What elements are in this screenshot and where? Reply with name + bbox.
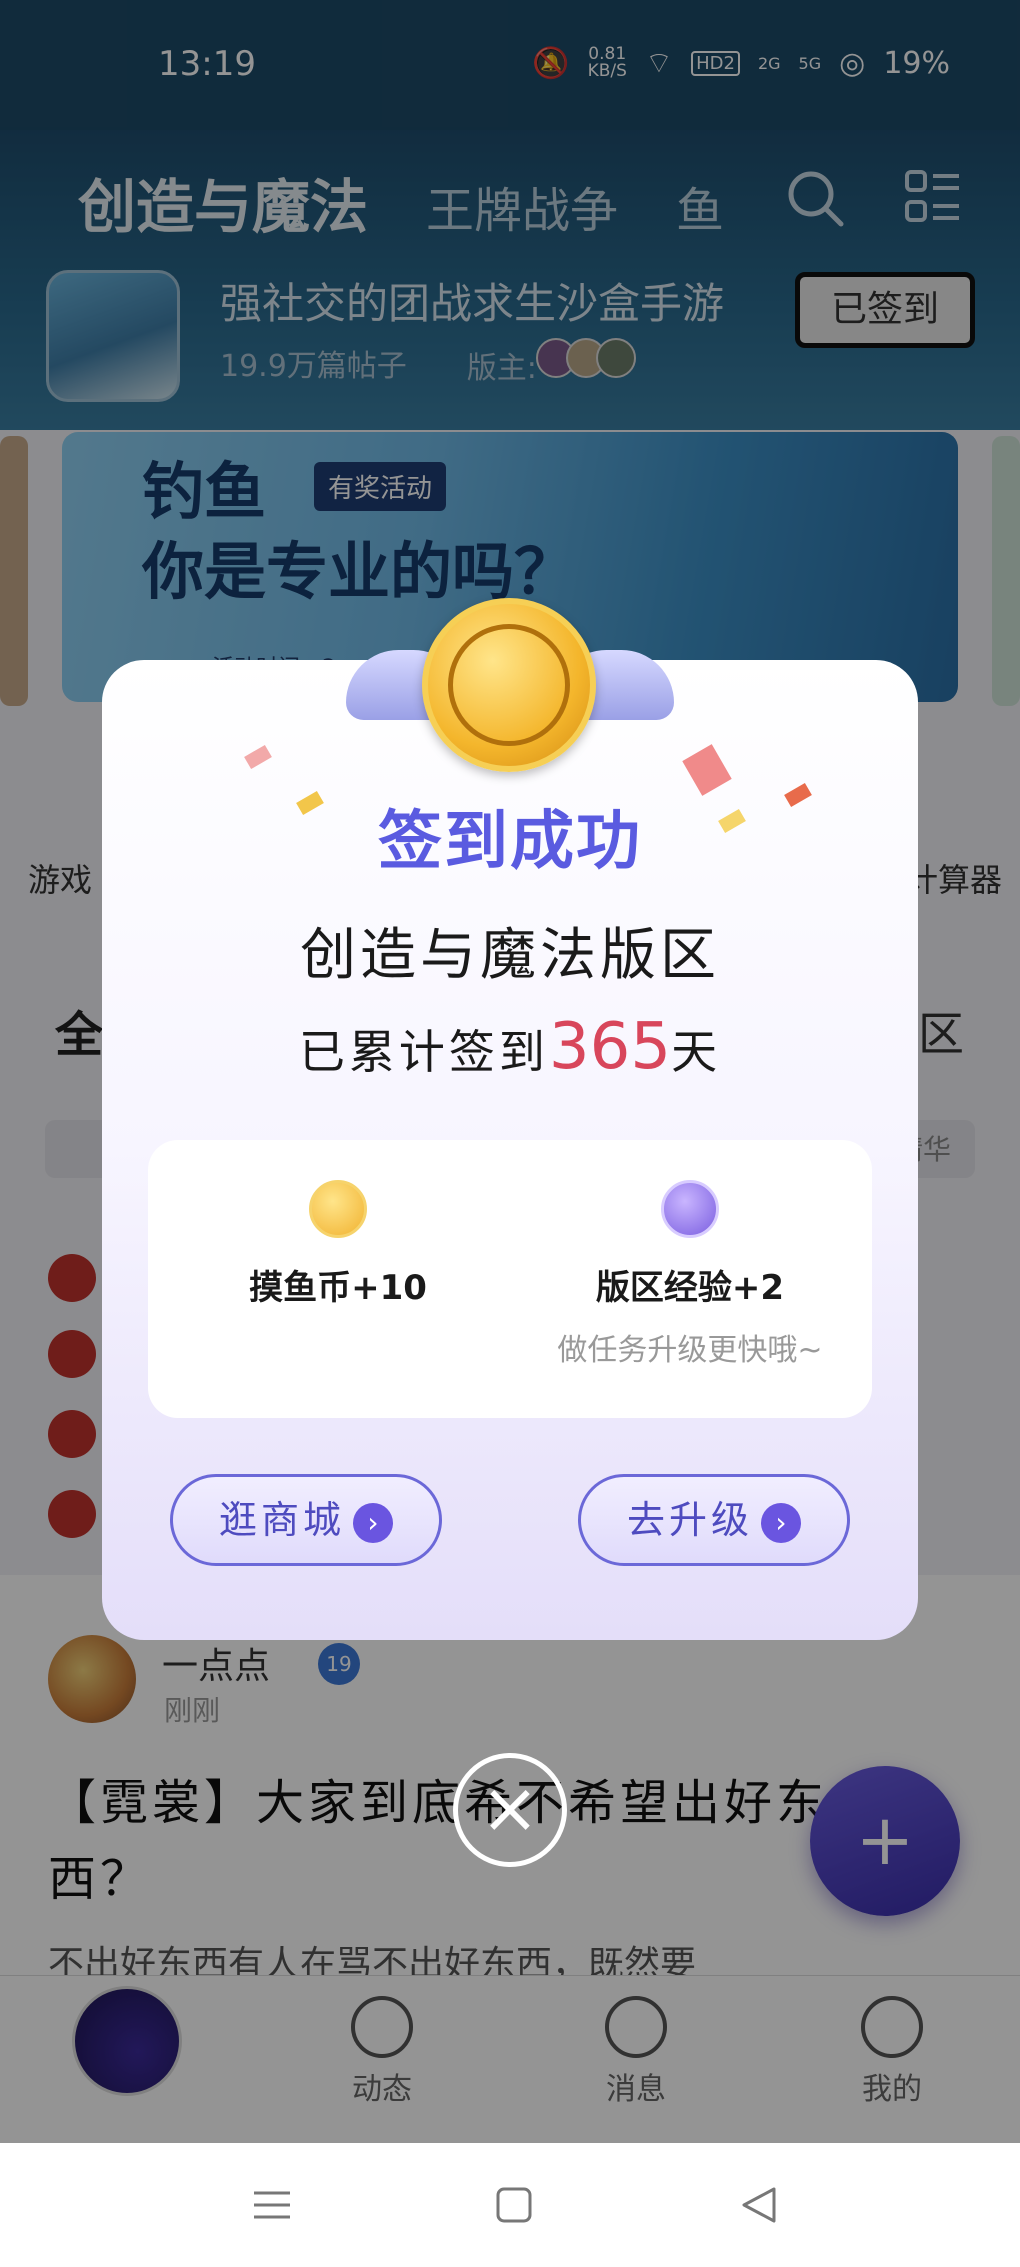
checkin-forum-name: 创造与魔法版区 [300,923,720,988]
chevron-right-icon: › [353,1502,393,1543]
fish-coin-icon [422,598,596,772]
star-badge-icon [661,1180,719,1238]
checkin-days: 365 [548,1010,672,1084]
close-icon[interactable]: × [453,1753,567,1867]
fish-coin-small-icon [309,1180,367,1238]
back-button-icon[interactable] [736,2181,784,2229]
checkin-title: 签到成功 [378,805,642,879]
reward-card: 摸鱼币+10 版区经验+2 做任务升级更快哦~ [148,1140,872,1418]
system-nav-bar [0,2143,1020,2267]
shop-button[interactable]: 逛商城 › [170,1474,442,1566]
reward-coins: 摸鱼币+10 [248,1180,428,1309]
reward-hint: 做任务升级更快哦~ [557,1333,823,1368]
chevron-right-icon: › [761,1502,801,1543]
reward-experience: 版区经验+2 做任务升级更快哦~ [540,1180,840,1369]
recent-apps-icon[interactable] [248,2181,296,2229]
upgrade-button[interactable]: 去升级 › [578,1474,850,1566]
home-button-icon[interactable] [490,2181,538,2229]
checkin-count: 已累计签到365天 [298,1010,722,1084]
